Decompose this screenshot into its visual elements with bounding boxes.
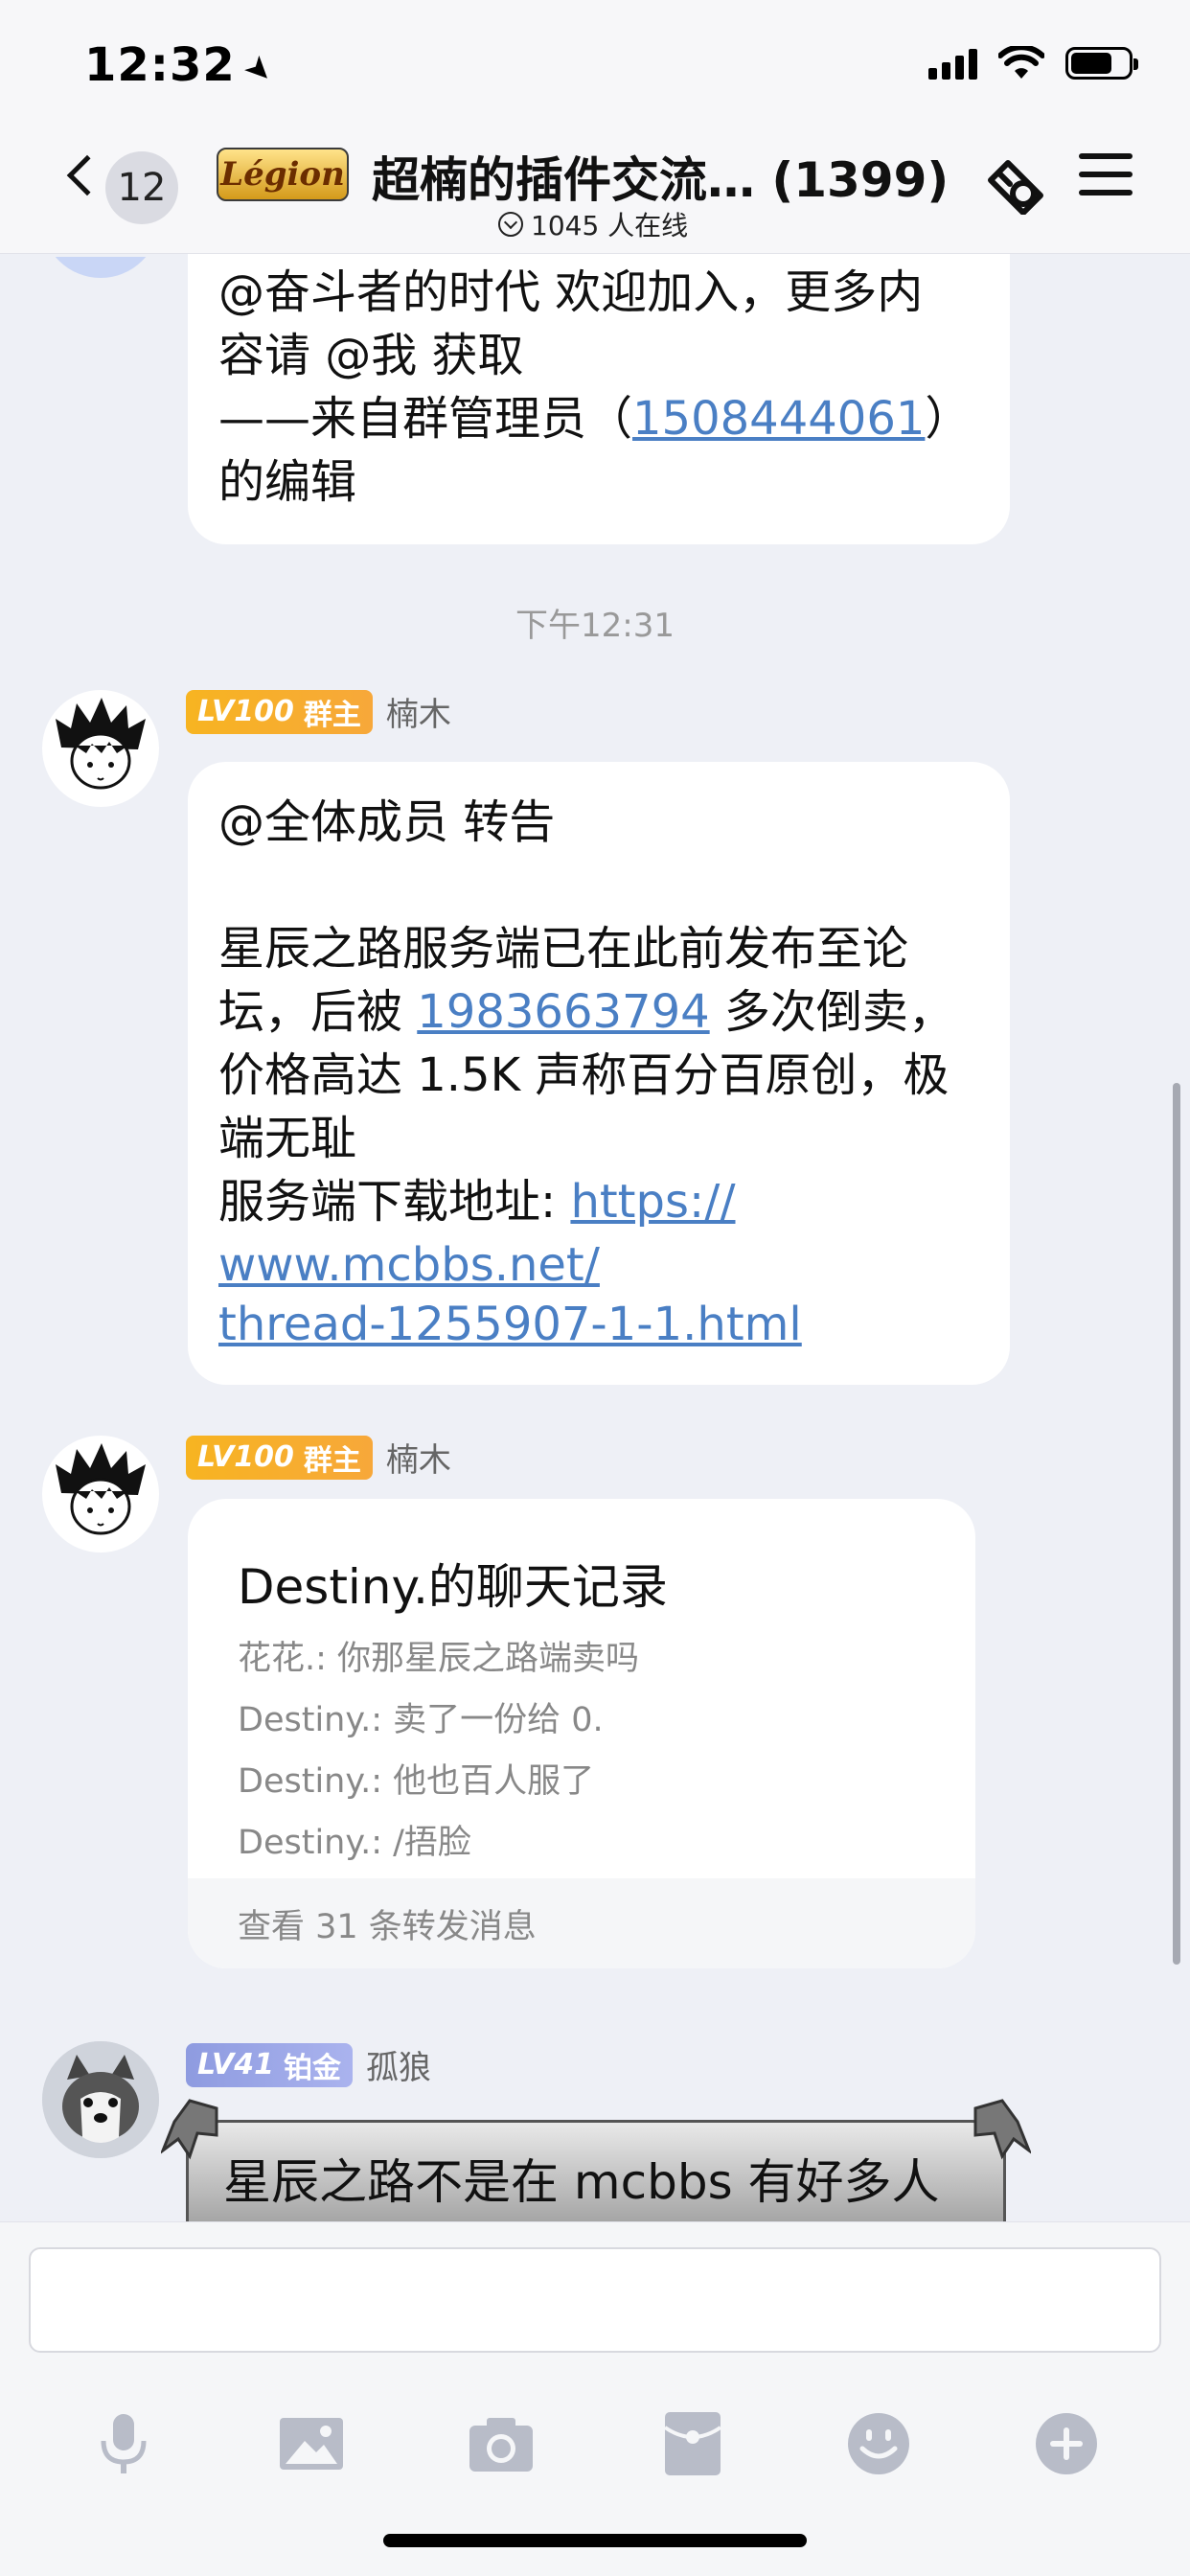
message-text: 星辰之路服务端已在此前发布至论	[218, 922, 909, 976]
wifi-icon	[998, 46, 1044, 79]
forward-line: Destiny.: /捂脸	[238, 1824, 471, 1862]
forwarded-chat-card[interactable]: Destiny.的聊天记录 花花.: 你那星辰之路端卖吗 Destiny.: 卖…	[188, 1499, 975, 1968]
sender-name[interactable]: 楠木	[386, 1434, 451, 1481]
level-badge: LV100 群主	[186, 689, 373, 734]
user-link[interactable]: 1508444061	[632, 392, 925, 446]
bat-wing-left-icon	[161, 2099, 218, 2160]
menu-icon[interactable]	[1079, 153, 1133, 208]
message-text: 星辰之路不是在 mcbbs 有好多人开	[223, 2154, 940, 2210]
anime-avatar-icon	[56, 1443, 146, 1535]
red-packet-icon[interactable]	[659, 2410, 726, 2477]
plus-icon[interactable]	[1033, 2410, 1100, 2477]
message-text: 容请 @我 获取	[218, 329, 524, 382]
message-text: ——来自群管理员（1508444061）	[218, 392, 972, 446]
message-bubble[interactable]: @奋斗者的时代 欢迎加入，更多内 容请 @我 获取 ——来自群管理员（15084…	[188, 240, 1010, 544]
url-link[interactable]: https://	[570, 1175, 735, 1229]
status-icons	[928, 46, 1138, 80]
sender-meta: LV100 群主 楠木	[186, 688, 451, 735]
online-status: 1045 人在线	[498, 205, 688, 243]
anime-avatar-icon	[56, 698, 146, 790]
message-text: @奋斗者的时代 欢迎加入，更多内	[218, 265, 924, 319]
message-bubble[interactable]: 星辰之路不是在 mcbbs 有好多人开	[186, 2120, 1006, 2225]
image-icon[interactable]	[278, 2410, 345, 2477]
emoji-icon[interactable]	[845, 2410, 912, 2477]
bat-wing-right-icon	[973, 2099, 1031, 2160]
message-timestamp: 下午12:31	[515, 607, 675, 645]
microphone-icon[interactable]	[90, 2410, 157, 2477]
status-time: 12:32➤	[84, 38, 284, 94]
group-title[interactable]: 超楠的插件交流… (1399)	[372, 142, 949, 211]
navigation-header: 12:32➤ 12 Légion 超楠的插件交流… (1399) 1045 人在…	[0, 0, 1190, 254]
sender-meta: LV100 群主 楠木	[186, 1434, 451, 1481]
forward-line: Destiny.: 他也百人服了	[238, 1762, 595, 1801]
cellular-signal-icon	[928, 47, 977, 80]
message-text: 端无耻	[218, 1112, 357, 1165]
dog-avatar-icon	[42, 2041, 159, 2158]
message-text: @全体成员 转告	[218, 795, 556, 849]
avatar[interactable]	[42, 2041, 159, 2158]
user-link[interactable]: 1983663794	[417, 985, 709, 1039]
camera-icon[interactable]	[468, 2410, 535, 2477]
level-badge: LV41 铂金	[186, 2042, 353, 2087]
view-forwarded-messages[interactable]: 查看 31 条转发消息	[188, 1878, 975, 1968]
url-link[interactable]: www.mcbbs.net/	[218, 1238, 600, 1292]
sender-name[interactable]: 楠木	[386, 688, 451, 735]
message-bubble[interactable]: @全体成员 转告 星辰之路服务端已在此前发布至论 坛，后被 1983663794…	[188, 762, 1010, 1385]
location-arrow-icon: ➤	[235, 46, 284, 94]
sender-meta: LV41 铂金 孤狼	[186, 2041, 431, 2088]
avatar[interactable]	[42, 1436, 159, 1552]
scrollbar[interactable]	[1173, 1083, 1180, 1965]
home-indicator	[383, 2534, 807, 2547]
message-input[interactable]	[29, 2247, 1161, 2353]
group-logo: Légion	[217, 148, 349, 201]
forward-title: Destiny.的聊天记录	[238, 1559, 668, 1615]
message-text: 服务端下载地址: https://	[218, 1175, 736, 1229]
message-text: 坛，后被 1983663794 多次倒卖，	[218, 985, 954, 1039]
unread-count-badge[interactable]: 12	[105, 151, 178, 224]
sender-name[interactable]: 孤狼	[366, 2041, 431, 2088]
message-text: 价格高达 1.5K 声称百分百原创，极	[218, 1048, 950, 1102]
level-badge: LV100 群主	[186, 1435, 373, 1480]
battery-icon	[1065, 47, 1138, 80]
avatar[interactable]	[42, 690, 159, 807]
online-check-icon	[498, 212, 523, 237]
forward-line: 花花.: 你那星辰之路端卖吗	[238, 1640, 640, 1678]
back-chevron-icon[interactable]	[66, 154, 108, 196]
url-link[interactable]: thread-1255907-1-1.html	[218, 1298, 802, 1351]
forward-line: Destiny.: 卖了一份给 0.	[238, 1701, 604, 1739]
message-text: 的编辑	[218, 455, 357, 509]
input-panel	[0, 2221, 1190, 2576]
group-tasks-icon[interactable]	[981, 153, 1050, 215]
